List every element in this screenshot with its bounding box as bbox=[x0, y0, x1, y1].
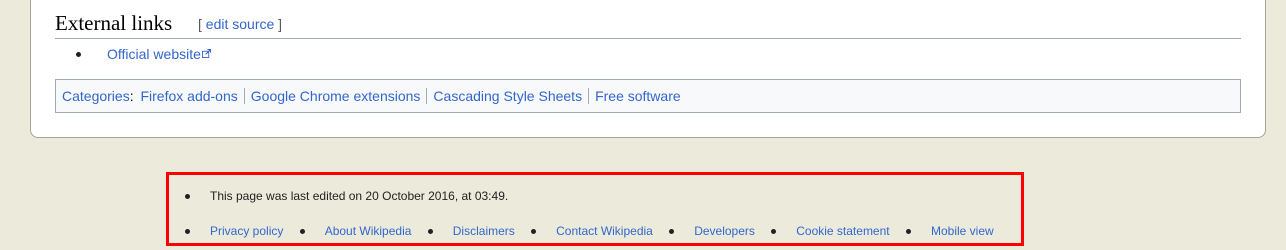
category-cascading-style-sheets[interactable]: Cascading Style Sheets bbox=[433, 88, 582, 104]
edit-bracket-open: [ bbox=[198, 16, 202, 32]
footer-place-item: Mobile view bbox=[890, 223, 994, 239]
bullet-icon bbox=[669, 229, 675, 234]
bullet-icon bbox=[427, 229, 433, 234]
footer-last-edited-item: This page was last edited on 20 October … bbox=[169, 188, 508, 204]
external-link-icon bbox=[201, 49, 211, 58]
mobile-view-link[interactable]: Mobile view bbox=[931, 224, 994, 238]
bullet-icon bbox=[299, 229, 305, 234]
footer-place-item: Disclaimers bbox=[412, 223, 515, 239]
category-list: Firefox add-ons Google Chrome extensions C… bbox=[137, 88, 687, 104]
category-item: Google Chrome extensions bbox=[243, 88, 427, 104]
section-heading: External links [ edit source ] bbox=[55, 8, 1241, 39]
footer-place-item: Contact Wikipedia bbox=[515, 223, 653, 239]
edit-source-link[interactable]: edit source bbox=[206, 16, 274, 32]
bullet-icon bbox=[531, 229, 537, 234]
about-wikipedia-link[interactable]: About Wikipedia bbox=[325, 224, 412, 238]
bullet-icon bbox=[185, 194, 190, 199]
bullet-icon bbox=[771, 229, 777, 234]
list-item: Official website bbox=[55, 45, 211, 63]
official-website-link[interactable]: Official website bbox=[107, 46, 211, 62]
category-links: Categories: Firefox add-ons Google Chrome… bbox=[55, 79, 1241, 113]
contact-wikipedia-link[interactable]: Contact Wikipedia bbox=[556, 224, 653, 238]
external-links-list: Official website bbox=[55, 45, 211, 63]
footer-place-item: About Wikipedia bbox=[284, 223, 412, 239]
disclaimers-link[interactable]: Disclaimers bbox=[453, 224, 515, 238]
category-firefox-add-ons[interactable]: Firefox add-ons bbox=[140, 88, 237, 104]
footer-place-item: Privacy policy bbox=[169, 223, 283, 239]
content-card: External links [ edit source ] Official … bbox=[30, 0, 1266, 138]
section-title: External links bbox=[55, 11, 173, 35]
category-item: Firefox add-ons bbox=[137, 88, 243, 104]
categories-link[interactable]: Categories bbox=[62, 88, 130, 104]
footer-places: Privacy policy About Wikipedia Disclaime… bbox=[169, 223, 994, 239]
edit-bracket-close: ] bbox=[278, 16, 283, 32]
footer-place-item: Cookie statement bbox=[755, 223, 890, 239]
footer-place-item: Developers bbox=[653, 223, 755, 239]
footer-info: This page was last edited on 20 October … bbox=[169, 188, 508, 204]
bullet-icon bbox=[76, 52, 81, 57]
category-google-chrome-extensions[interactable]: Google Chrome extensions bbox=[251, 88, 421, 104]
developers-link[interactable]: Developers bbox=[694, 224, 755, 238]
category-free-software[interactable]: Free software bbox=[595, 88, 681, 104]
cookie-statement-link[interactable]: Cookie statement bbox=[796, 224, 889, 238]
privacy-policy-link[interactable]: Privacy policy bbox=[210, 224, 283, 238]
bullet-icon bbox=[185, 229, 190, 234]
edit-section: [ edit source ] bbox=[198, 16, 282, 32]
official-website-label: Official website bbox=[107, 46, 201, 62]
footer-highlight-box: This page was last edited on 20 October … bbox=[166, 172, 1024, 246]
last-edited-text: This page was last edited on 20 October … bbox=[210, 189, 509, 203]
category-item: Cascading Style Sheets bbox=[426, 88, 589, 104]
bullet-icon bbox=[905, 229, 911, 234]
categories-separator: : bbox=[129, 88, 134, 104]
category-item: Free software bbox=[588, 88, 687, 104]
